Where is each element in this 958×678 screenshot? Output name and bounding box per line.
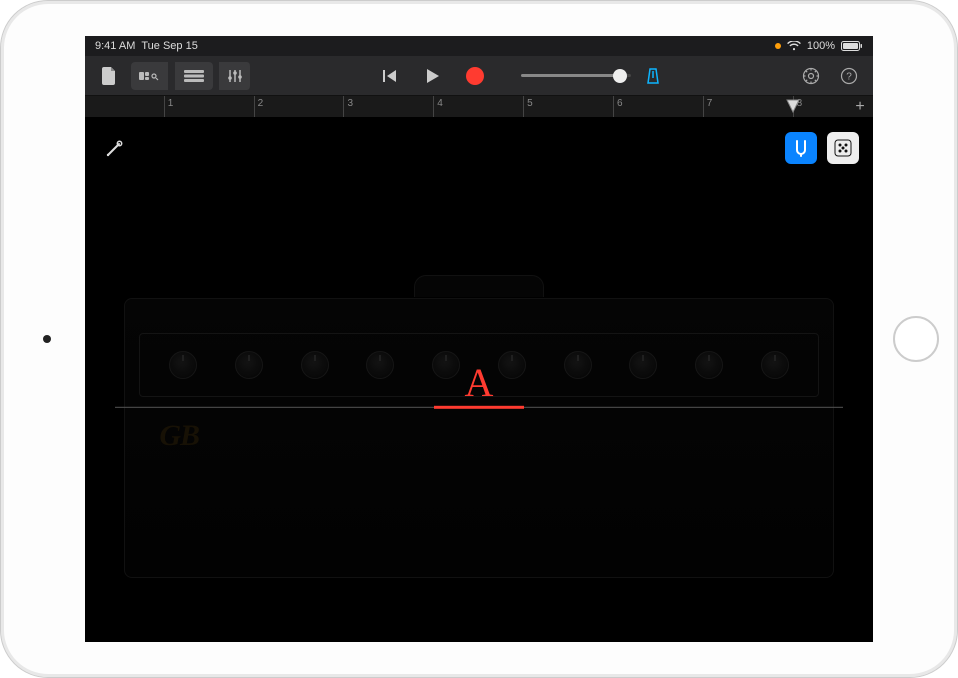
playhead[interactable]: [785, 98, 801, 114]
tuner-button[interactable]: [785, 132, 817, 164]
front-camera: [43, 335, 51, 343]
bar-label: 7: [707, 98, 713, 109]
workspace: GB A: [85, 118, 873, 642]
status-date: Tue Sep 15: [141, 40, 197, 52]
bar-label: 3: [347, 98, 353, 109]
bar-label: 1: [168, 98, 174, 109]
svg-text:?: ?: [846, 71, 852, 82]
battery-icon: [841, 41, 863, 51]
tracks-view-button[interactable]: [175, 62, 213, 90]
play-button[interactable]: [419, 62, 447, 90]
bar-label: 2: [258, 98, 264, 109]
tuner-pitch-indicator: [434, 405, 524, 408]
amp-logo: GB: [159, 419, 199, 453]
master-volume-slider[interactable]: [521, 74, 631, 77]
record-icon: [466, 67, 484, 85]
ipad-device-frame: 9:41 AM Tue Sep 15 100%: [0, 0, 958, 678]
amp-handle: [414, 275, 544, 297]
bar-label: 5: [527, 98, 533, 109]
track-controls-button[interactable]: [219, 62, 251, 90]
bar-label: 4: [437, 98, 443, 109]
wifi-icon: [787, 41, 801, 51]
metronome-button[interactable]: [637, 62, 669, 90]
top-toolbar: ?: [85, 56, 873, 96]
browser-view-button[interactable]: [131, 62, 169, 90]
my-songs-button[interactable]: [93, 62, 125, 90]
screen: 9:41 AM Tue Sep 15 100%: [85, 36, 873, 642]
status-time: 9:41 AM: [95, 40, 135, 52]
stompbox-button[interactable]: [827, 132, 859, 164]
rewind-button[interactable]: [377, 62, 405, 90]
add-section-button[interactable]: +: [851, 98, 869, 116]
input-monitor-button[interactable]: [99, 132, 131, 164]
amp-silhouette: GB: [124, 298, 833, 578]
help-button[interactable]: ?: [833, 62, 865, 90]
tuner-baseline: [115, 406, 843, 407]
view-toggle: [131, 62, 213, 90]
timeline-ruler[interactable]: 1 2 3 4 5 6 7 8 +: [85, 96, 873, 118]
status-bar: 9:41 AM Tue Sep 15 100%: [85, 36, 873, 56]
settings-button[interactable]: [795, 62, 827, 90]
battery-percent: 100%: [807, 40, 835, 52]
volume-thumb[interactable]: [613, 69, 627, 83]
home-button[interactable]: [893, 316, 939, 362]
transport-controls: [377, 62, 489, 90]
mic-in-use-dot: [775, 43, 781, 49]
tuner-display: A: [115, 355, 843, 415]
controls-group: [219, 62, 251, 90]
record-button[interactable]: [461, 62, 489, 90]
tuner-note: A: [465, 362, 494, 402]
bar-label: 6: [617, 98, 623, 109]
